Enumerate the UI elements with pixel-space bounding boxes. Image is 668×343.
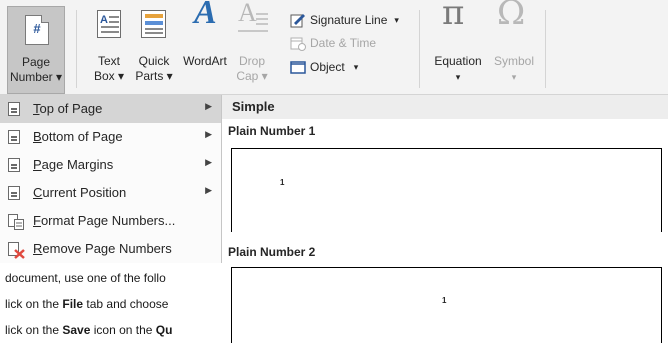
ribbon-separator: [545, 10, 546, 88]
signature-line-dropdown-arrow[interactable]: ▾: [394, 15, 399, 26]
pi-icon: π: [442, 0, 465, 33]
document-text-line: lick on the Save icon on the Qu: [5, 323, 173, 337]
page-number-placeholder: 1: [442, 296, 447, 305]
wordart-button[interactable]: A WordArt: [180, 0, 230, 92]
ribbon-separator: [76, 10, 77, 88]
current-position-icon: [8, 186, 20, 200]
quick-parts-icon: [141, 10, 166, 38]
insert-ribbon: # Page Number ▾ A Text Box ▾ Quick Parts…: [0, 0, 668, 95]
drop-cap-button[interactable]: A Drop Cap ▾: [232, 0, 272, 92]
gallery-thumb-plain-number-2[interactable]: 1: [231, 267, 662, 343]
omega-icon: Ω: [497, 0, 526, 33]
page-number-label-line1: Page: [21, 55, 51, 69]
quick-parts-button[interactable]: Quick Parts ▾: [132, 6, 176, 92]
submenu-arrow-icon: ▶: [205, 157, 212, 167]
equation-button[interactable]: π Equation ▾: [428, 0, 488, 92]
page-number-icon: #: [25, 15, 49, 45]
menu-item-format-page-numbers[interactable]: Format Page Numbers...: [0, 207, 221, 235]
menu-item-remove-page-numbers[interactable]: Remove Page Numbers: [0, 235, 221, 263]
gallery-category-header: Simple: [222, 95, 668, 119]
bottom-of-page-icon: [8, 130, 20, 144]
gallery-section-title: Plain Number 2: [228, 245, 316, 259]
menu-item-top-of-page[interactable]: Top of Page ▶: [0, 95, 221, 123]
format-page-numbers-icon: [8, 214, 24, 230]
remove-page-numbers-icon: [8, 242, 25, 259]
wordart-icon: A: [194, 0, 217, 31]
symbol-dropdown-arrow[interactable]: ▾: [489, 70, 539, 84]
text-box-icon: A: [97, 10, 121, 38]
page-number-menu: Top of Page ▶ Bottom of Page ▶ Page Marg…: [0, 95, 222, 263]
menu-item-current-position[interactable]: Current Position ▶: [0, 179, 221, 207]
page-number-button[interactable]: # Page Number ▾: [7, 6, 65, 94]
menu-item-page-margins[interactable]: Page Margins ▶: [0, 151, 221, 179]
calendar-icon: [290, 36, 306, 51]
signature-line-button[interactable]: Signature Line ▾: [290, 10, 399, 30]
submenu-arrow-icon: ▶: [205, 129, 212, 139]
signature-line-icon: [290, 13, 306, 28]
top-of-page-icon: [8, 102, 20, 116]
menu-item-bottom-of-page[interactable]: Bottom of Page ▶: [0, 123, 221, 151]
submenu-arrow-icon: ▶: [205, 101, 212, 111]
ribbon-separator: [419, 10, 420, 88]
symbol-button[interactable]: Ω Symbol ▾: [489, 0, 539, 92]
page-number-gallery: Simple Plain Number 1 1 Plain Number 2 1: [222, 95, 668, 343]
drop-cap-icon: A: [238, 0, 257, 27]
object-icon: [290, 60, 306, 75]
document-text-line: lick on the File tab and choose: [5, 297, 169, 311]
document-text-line: document, use one of the follo: [5, 271, 166, 285]
object-dropdown-arrow[interactable]: ▾: [354, 62, 359, 73]
gallery-thumb-plain-number-1[interactable]: 1: [231, 148, 662, 232]
text-box-button[interactable]: A Text Box ▾: [88, 6, 130, 92]
page-margins-icon: [8, 158, 20, 172]
equation-dropdown-arrow[interactable]: ▾: [428, 70, 488, 84]
submenu-arrow-icon: ▶: [205, 185, 212, 195]
page-number-label-line2: Number ▾: [9, 70, 63, 84]
date-time-button[interactable]: Date & Time: [290, 33, 376, 53]
gallery-section-title: Plain Number 1: [228, 124, 316, 138]
object-button[interactable]: Object ▾: [290, 57, 358, 77]
page-number-placeholder: 1: [280, 178, 285, 187]
